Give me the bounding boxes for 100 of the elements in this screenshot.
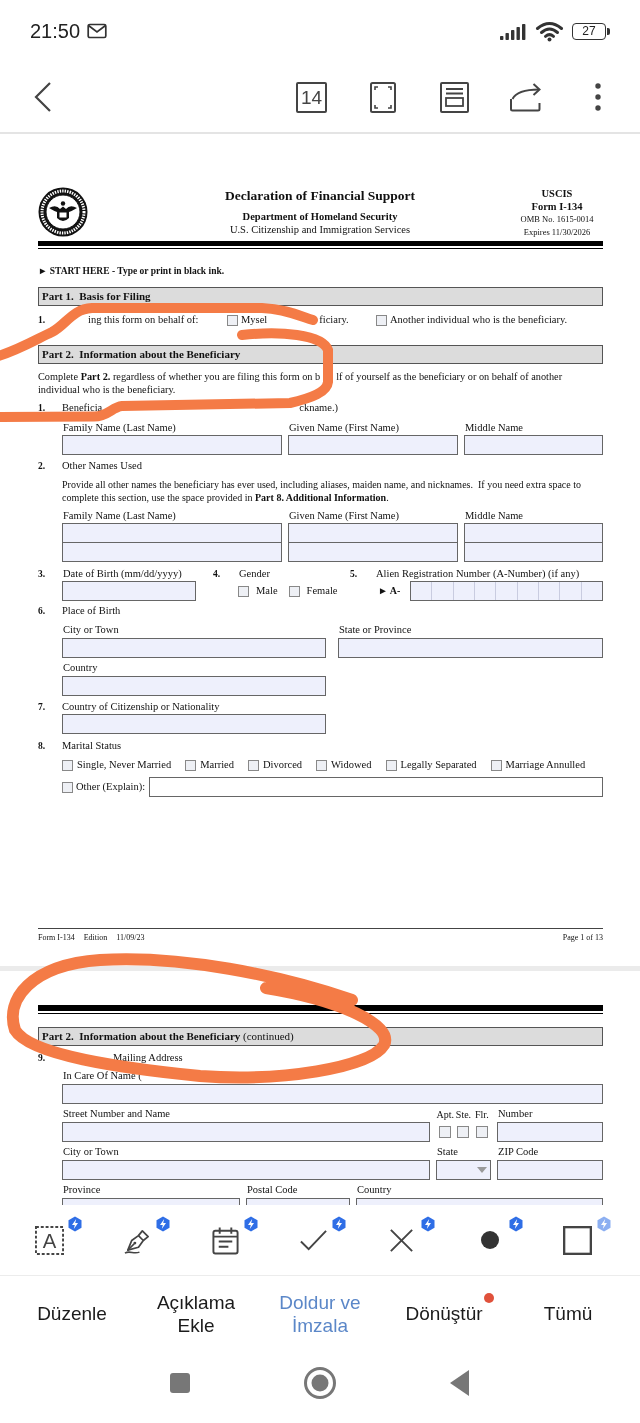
text-field[interactable]: [497, 1160, 603, 1180]
checkbox[interactable]: [439, 1126, 452, 1138]
item-number: 2.: [38, 461, 46, 471]
checkbox[interactable]: [62, 759, 73, 771]
item-label: Place of Birth: [62, 605, 121, 617]
field-label: ZIP Code: [497, 1146, 539, 1158]
text-field[interactable]: [464, 435, 603, 455]
seal-icon: [38, 187, 88, 237]
tab[interactable]: Tümü: [543, 1299, 593, 1326]
tab[interactable]: Doldur ve İmzala: [266, 1287, 374, 1338]
field-label: Middle Name: [464, 422, 524, 434]
tab[interactable]: Dönüştür: [405, 1299, 483, 1326]
date-field[interactable]: [62, 581, 196, 601]
checkbox[interactable]: [185, 759, 197, 771]
checkbox[interactable]: [227, 314, 238, 326]
field-label: State: [436, 1146, 458, 1158]
text-field[interactable]: [288, 435, 458, 455]
checkbox[interactable]: [238, 585, 249, 597]
tab[interactable]: Açıklama Ekle: [142, 1287, 250, 1338]
option-label: Mysel: [241, 314, 268, 326]
text-field[interactable]: [464, 523, 603, 543]
text-field[interactable]: [62, 1160, 430, 1180]
text-field[interactable]: [356, 1198, 603, 1205]
text-field[interactable]: [464, 542, 603, 562]
explain-field[interactable]: [149, 777, 603, 797]
option-label: Male: [256, 585, 278, 597]
item-label: Mailing Address: [113, 1052, 183, 1064]
fullscreen-icon[interactable]: [370, 81, 396, 113]
page-view-icon[interactable]: [440, 81, 469, 113]
checkbox[interactable]: [316, 759, 328, 771]
text-field[interactable]: [62, 523, 282, 543]
field-label: Given Name (First Name): [288, 422, 399, 434]
item-number: 7.: [38, 702, 46, 712]
form-title: Declaration of Financial Support: [224, 188, 416, 204]
text-field[interactable]: [62, 542, 282, 562]
a-number-field[interactable]: [410, 581, 603, 601]
item-label: Beneficia: [62, 402, 103, 414]
intro-paragraph: Complete Part 2. regardless of whether you are filing this form on b lf of yourself as the beneficiary or on behalf of another individual who is the beneficiary.: [38, 370, 564, 396]
checkbox[interactable]: [248, 759, 259, 771]
field-label: Province: [62, 1184, 101, 1196]
text-field[interactable]: [62, 714, 326, 734]
text-field[interactable]: [62, 435, 282, 455]
text-field[interactable]: [62, 1198, 240, 1205]
section-heading: Part 2. Information about the Beneficiary: [38, 345, 603, 364]
dot-icon[interactable]: [480, 1231, 499, 1249]
square-icon[interactable]: [563, 1225, 593, 1255]
option-label: Married: [200, 759, 234, 771]
text-field[interactable]: [246, 1198, 350, 1205]
text-field[interactable]: [288, 523, 458, 543]
checkbox[interactable]: [385, 759, 397, 771]
field-label: Country: [356, 1184, 392, 1196]
field-label: Street Number and Name: [62, 1108, 170, 1120]
dropdown-field[interactable]: [436, 1160, 491, 1180]
more-options-icon[interactable]: [594, 82, 602, 112]
field-label: City or Town: [62, 1146, 119, 1158]
text-field[interactable]: [62, 638, 326, 658]
section-heading: Part 1. Basis for Filing: [38, 287, 603, 306]
field-label: Country: [62, 662, 98, 674]
page-number-button[interactable]: 14: [296, 81, 327, 113]
a-number-prefix: ► A-: [378, 585, 401, 597]
form-info-text: Expires 11/30/2026: [523, 225, 591, 238]
field-label: Middle Name: [464, 510, 524, 522]
item-number: 1.: [38, 315, 46, 325]
option-label: Legally Separated: [400, 759, 477, 771]
item-number: 4.: [213, 568, 221, 580]
text-field[interactable]: [62, 1084, 603, 1104]
option-label: Other (Explain):: [76, 781, 146, 793]
item-number: 8.: [38, 741, 46, 751]
checkbox[interactable]: [376, 314, 387, 326]
field-label: Flr.: [475, 1109, 489, 1121]
back-icon[interactable]: [34, 81, 52, 113]
item-number: 5.: [350, 568, 358, 580]
checkbox[interactable]: [288, 585, 300, 597]
tab[interactable]: Düzenle: [37, 1299, 107, 1326]
share-icon[interactable]: [508, 82, 544, 112]
text-field[interactable]: [288, 542, 458, 562]
field-label: Gender: [238, 568, 270, 580]
checkbox[interactable]: [62, 781, 73, 793]
signal-icon: [500, 22, 527, 40]
item-label: Marital Status: [62, 740, 122, 752]
mail-icon: [87, 23, 108, 39]
field-label: Ste.: [455, 1109, 472, 1121]
item-label: ckname.): [299, 402, 338, 414]
checkbox[interactable]: [457, 1126, 470, 1138]
item-number: 6.: [38, 606, 46, 616]
text-field[interactable]: [497, 1122, 603, 1142]
text-field[interactable]: [62, 1122, 430, 1142]
calendar-icon[interactable]: [210, 1225, 240, 1255]
text-field[interactable]: [62, 676, 326, 696]
checkbox[interactable]: [490, 759, 502, 771]
text-box-icon[interactable]: A: [34, 1225, 64, 1255]
item-label: Other Names Used: [62, 460, 142, 472]
field-label: State or Province: [338, 624, 412, 636]
field-label: Apt.: [436, 1109, 454, 1121]
text-field[interactable]: [338, 638, 603, 658]
checkbox[interactable]: [475, 1126, 488, 1138]
field-label: Family Name (Last Name): [62, 510, 176, 522]
option-label: ficiary.: [319, 314, 349, 326]
wifi-icon: [535, 20, 564, 42]
item-label: Country of Citizenship or Nationality: [62, 701, 220, 713]
